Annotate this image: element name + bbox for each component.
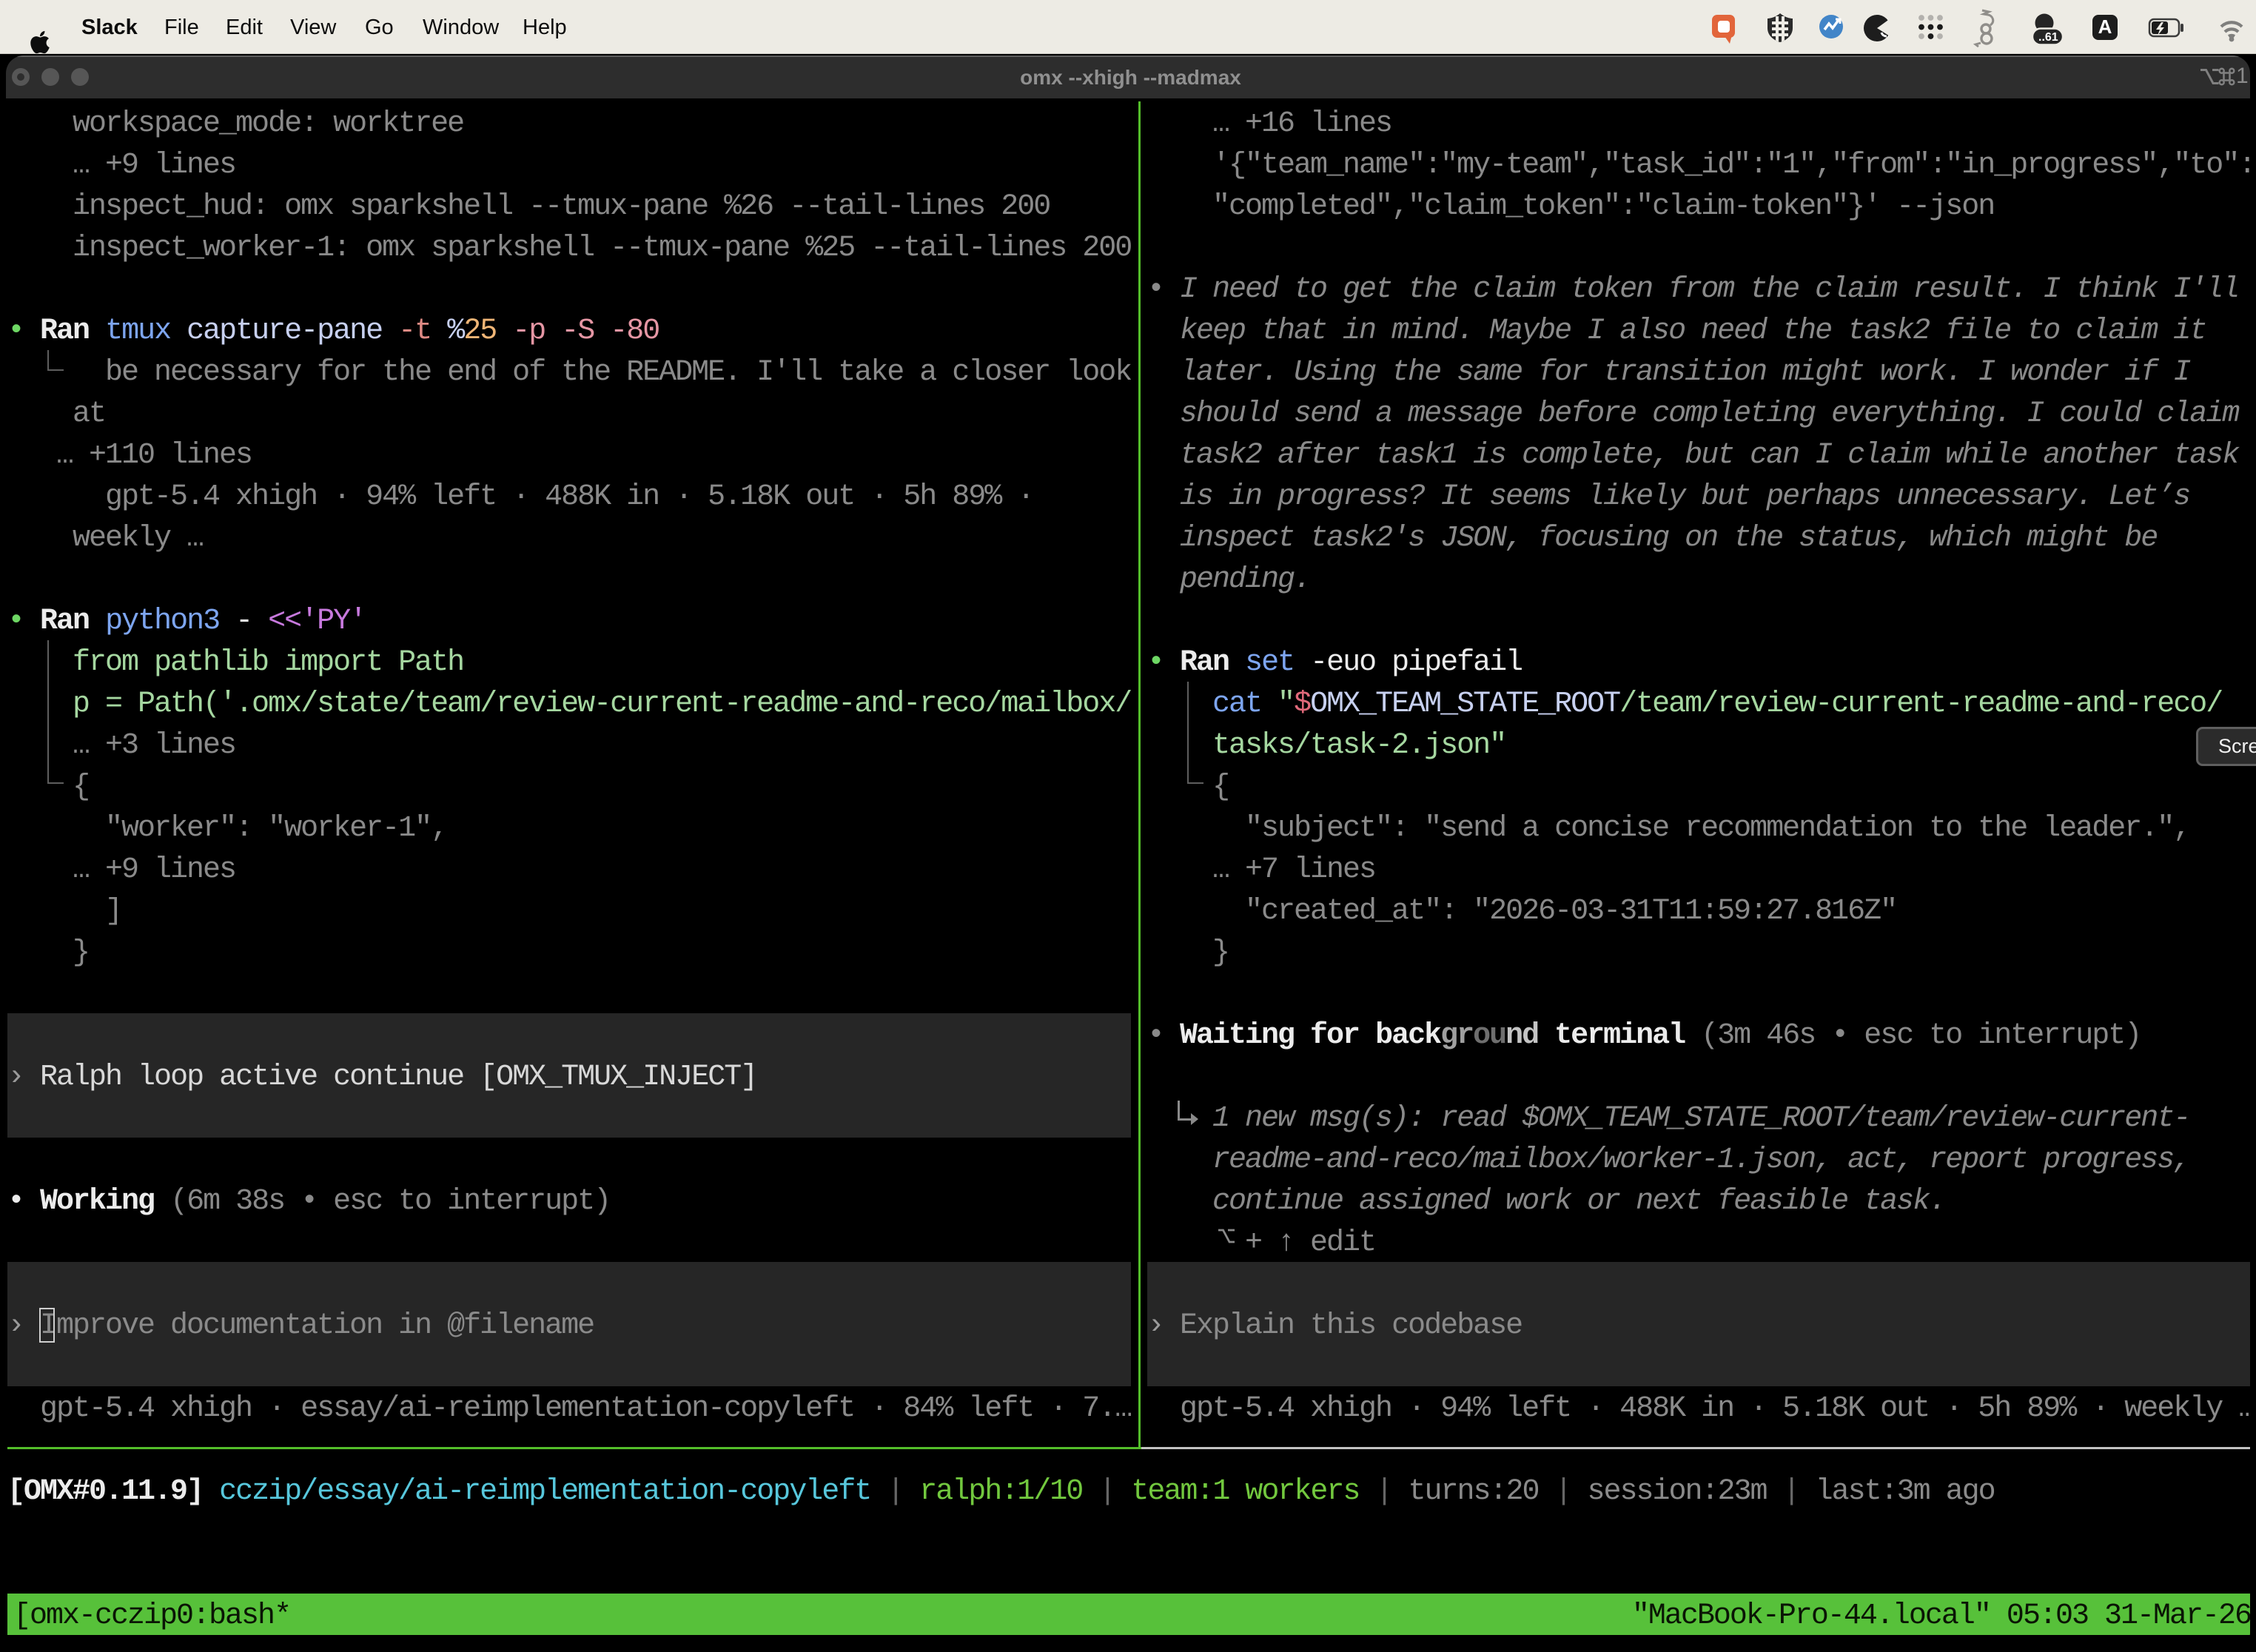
- svg-text:..61: ..61: [2038, 31, 2058, 44]
- svg-text:A: A: [2098, 16, 2112, 38]
